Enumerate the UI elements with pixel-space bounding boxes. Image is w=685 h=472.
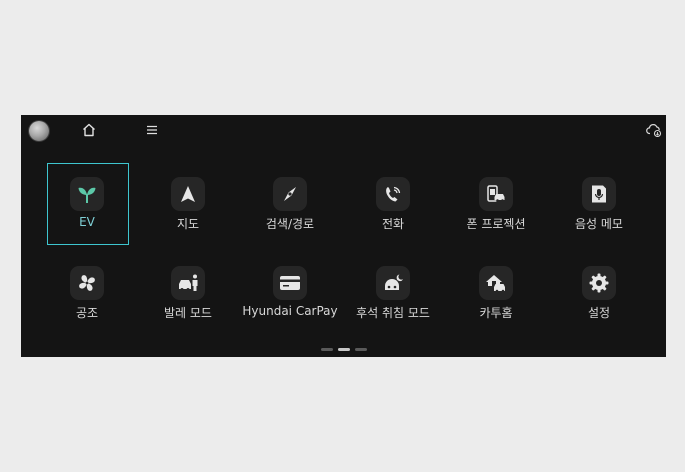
page-dot[interactable]	[355, 348, 367, 351]
app-tile-phone[interactable]: 전화	[353, 163, 435, 245]
phone-icon	[376, 177, 410, 211]
app-label: Hyundai CarPay	[242, 304, 338, 318]
sprout-icon	[70, 177, 104, 211]
app-tile-phone-projection[interactable]: 폰 프로젝션	[456, 163, 538, 245]
home-screen: EV 지도 검색/경로 전화 폰 프로젝션 음성 메모 공조 발레 모드 Hyu…	[21, 115, 666, 357]
app-tile-search-route[interactable]: 검색/경로	[250, 163, 332, 245]
gear-icon	[582, 266, 616, 300]
app-label: 음성 메모	[575, 217, 623, 231]
app-label: EV	[79, 215, 95, 229]
compass-icon	[273, 177, 307, 211]
app-tile-voice-memo[interactable]: 음성 메모	[559, 163, 641, 245]
page-dot[interactable]	[321, 348, 333, 351]
app-tile-ev[interactable]: EV	[47, 163, 129, 245]
page-dot-active[interactable]	[338, 348, 350, 351]
fan-icon	[70, 266, 104, 300]
app-label: 전화	[381, 217, 405, 231]
car-to-home-icon	[479, 266, 513, 300]
app-grid: EV 지도 검색/경로 전화 폰 프로젝션 음성 메모 공조 발레 모드 Hyu…	[21, 115, 666, 357]
app-label: 카투홈	[479, 306, 513, 320]
page-indicator	[321, 348, 371, 351]
app-tile-rear-sleep-mode[interactable]: 후석 취침 모드	[353, 252, 435, 334]
app-tile-settings[interactable]: 설정	[559, 252, 641, 334]
navigation-arrow-icon	[171, 177, 205, 211]
rear-sleep-icon	[376, 266, 410, 300]
app-label: 검색/경로	[265, 217, 315, 231]
app-tile-valet-mode[interactable]: 발레 모드	[148, 252, 230, 334]
card-icon	[273, 266, 307, 300]
app-tile-map[interactable]: 지도	[148, 163, 230, 245]
valet-mode-icon	[171, 266, 205, 300]
app-tile-climate[interactable]: 공조	[47, 252, 129, 334]
app-label: 후석 취침 모드	[356, 306, 430, 320]
app-label: 폰 프로젝션	[466, 217, 526, 231]
app-tile-car-to-home[interactable]: 카투홈	[456, 252, 538, 334]
app-label: 발레 모드	[164, 306, 212, 320]
app-label: 공조	[75, 306, 99, 320]
app-tile-carpay[interactable]: Hyundai CarPay	[242, 252, 338, 334]
phone-projection-icon	[479, 177, 513, 211]
voice-memo-icon	[582, 177, 616, 211]
app-label: 설정	[587, 306, 611, 320]
app-label: 지도	[176, 217, 200, 231]
